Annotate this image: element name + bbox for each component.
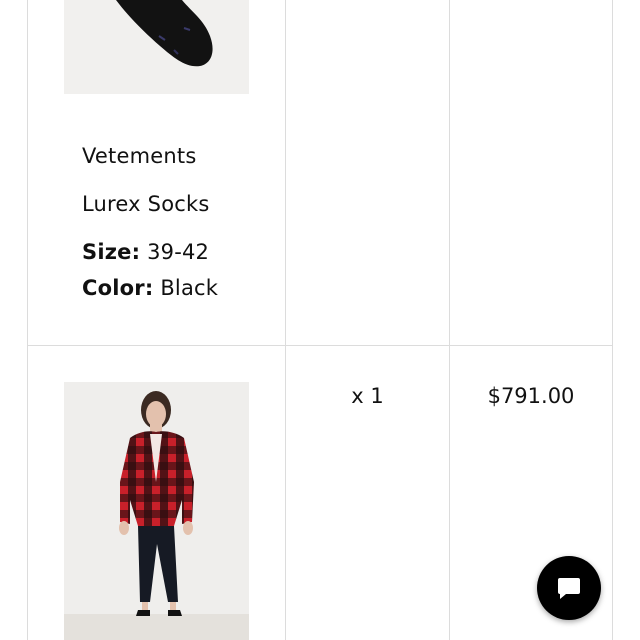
product-image-socks[interactable]	[64, 0, 249, 94]
product-color: Color: Black	[82, 276, 218, 300]
color-label: Color:	[82, 276, 154, 300]
size-label: Size:	[82, 240, 141, 264]
product-name[interactable]: Lurex Socks	[82, 192, 210, 216]
color-value: Black	[160, 276, 219, 300]
column-divider-1	[285, 0, 286, 640]
chat-button[interactable]	[537, 556, 601, 620]
table-border-right	[612, 0, 613, 640]
table-border-left	[27, 0, 28, 640]
product-size: Size: 39-42	[82, 240, 209, 264]
item-price: $791.00	[487, 384, 575, 408]
item-quantity: x 1	[351, 384, 384, 408]
product-brand: Vetements	[82, 144, 197, 168]
plaid-jacket-image	[64, 382, 249, 640]
size-value: 39-42	[147, 240, 210, 264]
order-items-table: Vetements Lurex Socks Size: 39-42 Color:…	[0, 0, 640, 640]
chat-bubble-icon	[558, 578, 580, 599]
row-divider	[27, 345, 613, 346]
column-divider-2	[449, 0, 450, 640]
sock-image	[64, 0, 249, 94]
product-image-jacket[interactable]	[64, 382, 249, 640]
